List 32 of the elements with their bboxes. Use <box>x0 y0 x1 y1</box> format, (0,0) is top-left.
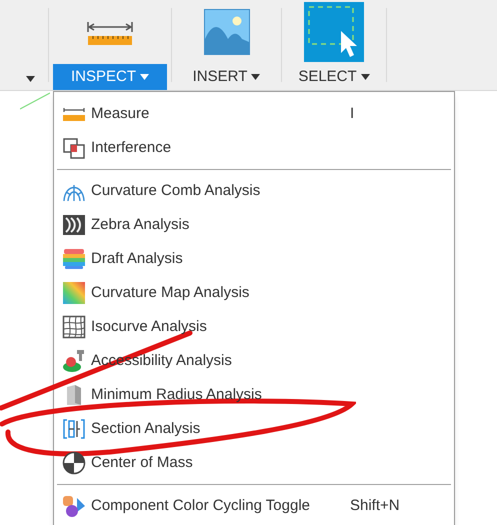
toolbar-group-tab[interactable]: INSERT <box>180 64 272 90</box>
tool-icon <box>62 349 86 373</box>
menu-item[interactable]: Curvature Map Analysis <box>54 276 454 310</box>
grid-line <box>20 91 50 111</box>
toolbar-group-tab[interactable]: SELECT <box>286 64 382 90</box>
caret-icon <box>26 76 35 82</box>
mesh-grid-icon <box>62 315 86 339</box>
menu-item[interactable]: Curvature Comb Analysis <box>54 174 454 208</box>
rainbow-disc-icon <box>62 247 86 271</box>
menu-item[interactable]: Interference <box>54 131 454 165</box>
stripes-icon <box>62 213 86 237</box>
menu-item[interactable]: Zebra Analysis <box>54 208 454 242</box>
section-brackets-icon <box>62 417 86 441</box>
caret-icon <box>360 74 370 80</box>
color-shapes-icon <box>62 494 86 518</box>
caret-icon <box>251 74 260 80</box>
checkered-circle-icon <box>62 451 86 475</box>
image-icon <box>204 9 250 55</box>
menu-item[interactable]: Measure I <box>54 97 454 131</box>
toolbar-group-tab[interactable]: INSPECT <box>53 64 167 90</box>
shortcut-label: I <box>350 104 356 124</box>
gradient-square-icon <box>62 281 86 305</box>
overlap-squares-icon <box>62 136 86 160</box>
menu-item[interactable]: Section Analysis <box>54 412 454 446</box>
caret-icon <box>140 74 149 80</box>
menu-item[interactable]: Component Color Cycling Toggle Shift+N <box>54 489 454 523</box>
shortcut-label: Shift+N <box>350 496 401 516</box>
menu-item[interactable]: Minimum Radius Analysis <box>54 378 454 412</box>
menu-item[interactable]: Isocurve Analysis <box>54 310 454 344</box>
menu-item[interactable]: Draft Analysis <box>54 242 454 276</box>
menu-item[interactable]: Center of Mass <box>54 446 454 480</box>
selection-icon <box>304 2 364 62</box>
